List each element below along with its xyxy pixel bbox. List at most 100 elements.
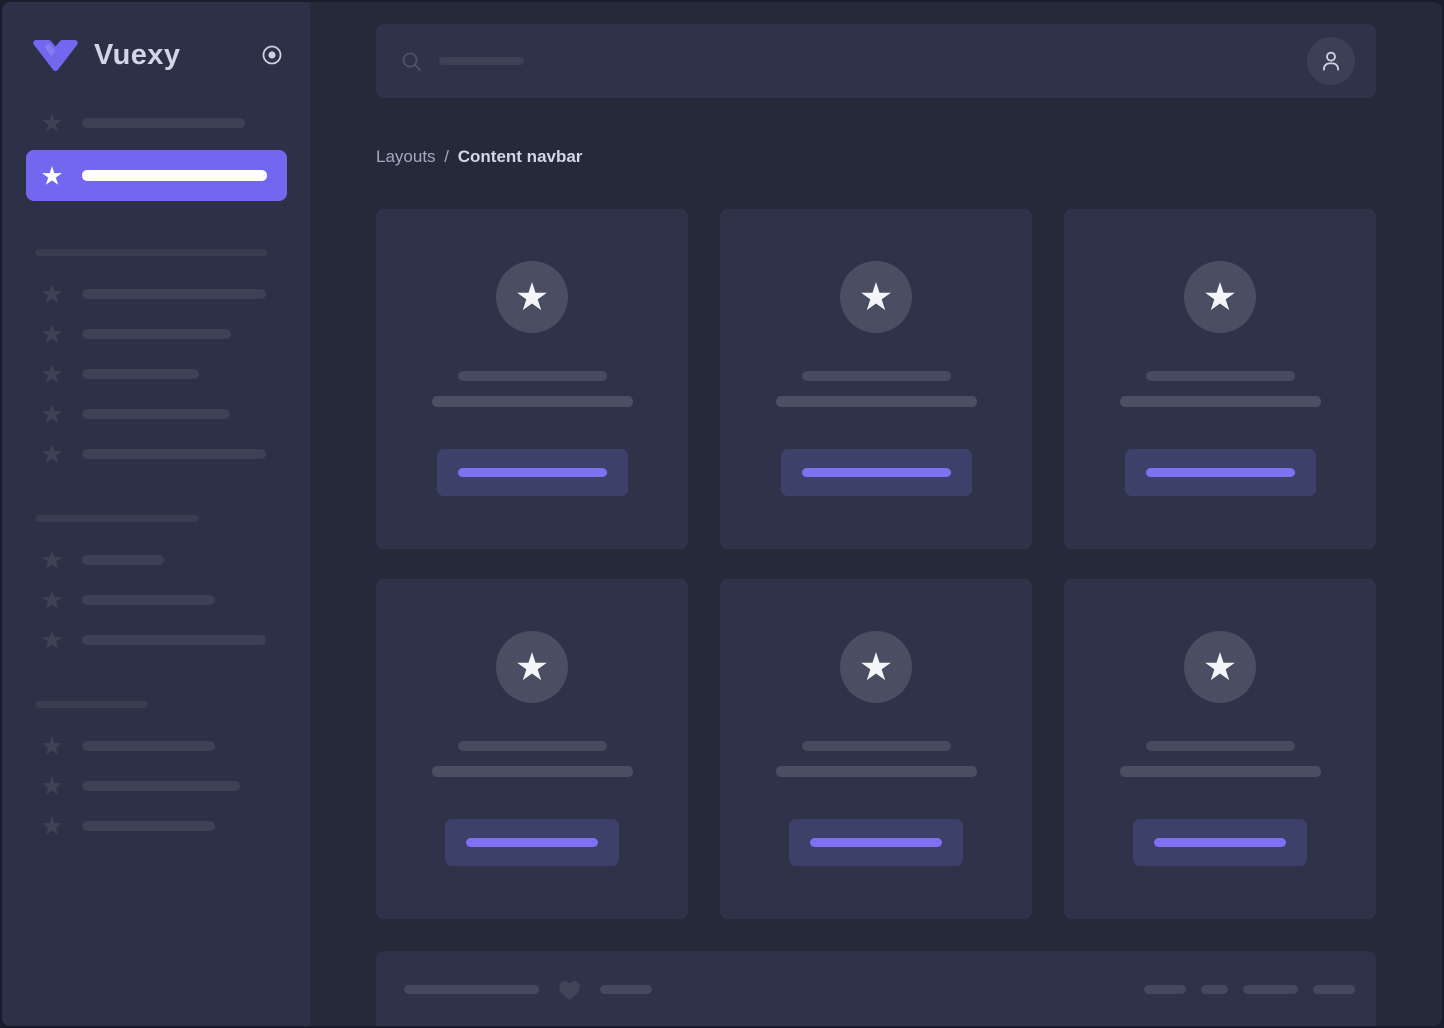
- sidebar-item[interactable]: [26, 627, 287, 653]
- card-action-button[interactable]: [1125, 449, 1316, 496]
- star-icon: [1202, 279, 1238, 315]
- card-title-bar: [802, 371, 951, 381]
- menu-label-bar: [82, 821, 215, 831]
- card-action-button[interactable]: [445, 819, 619, 866]
- search-navbar: [376, 24, 1376, 98]
- star-icon: [1202, 649, 1238, 685]
- star-icon: [40, 362, 64, 386]
- button-label-bar: [458, 468, 607, 477]
- card-subtitle-bar: [432, 396, 633, 407]
- button-label-bar: [810, 838, 942, 847]
- star-icon: [40, 402, 64, 426]
- star-icon: [40, 734, 64, 758]
- star-icon: [40, 548, 64, 572]
- card-action-button[interactable]: [789, 819, 963, 866]
- card-subtitle-bar: [1120, 766, 1321, 777]
- main-content: Layouts / Content navbar: [310, 2, 1442, 1026]
- demo-card: [1064, 209, 1376, 549]
- menu-label-bar: [82, 289, 266, 299]
- heart-icon: [556, 976, 583, 1003]
- button-label-bar: [1154, 838, 1286, 847]
- brand[interactable]: Vuexy: [32, 39, 180, 72]
- star-icon: [514, 279, 550, 315]
- breadcrumb-separator: /: [444, 147, 449, 166]
- breadcrumb: Layouts / Content navbar: [376, 146, 1376, 167]
- footer-placeholder-bar: [1201, 985, 1228, 994]
- card-grid: [376, 209, 1376, 919]
- menu-label-bar: [82, 635, 266, 645]
- footer-placeholder-bar: [1144, 985, 1186, 994]
- demo-card: [376, 579, 688, 919]
- sidebar-item[interactable]: [26, 813, 287, 839]
- card-avatar: [496, 631, 568, 703]
- app-window: Vuexy: [0, 0, 1444, 1028]
- menu-section-header-bar: [35, 249, 267, 256]
- brand-header: Vuexy: [2, 2, 310, 76]
- search-icon: [400, 50, 423, 73]
- sidebar-item[interactable]: [26, 361, 287, 387]
- menu-label-bar: [82, 781, 240, 791]
- card-title-bar: [458, 371, 607, 381]
- user-avatar-button[interactable]: [1307, 37, 1355, 85]
- footer-placeholder-bar: [1243, 985, 1298, 994]
- card-avatar: [840, 261, 912, 333]
- card-action-button[interactable]: [437, 449, 628, 496]
- star-icon: [40, 164, 64, 188]
- card-subtitle-bar: [776, 396, 977, 407]
- card-subtitle-bar: [432, 766, 633, 777]
- sidebar-item[interactable]: [26, 321, 287, 347]
- sidebar-item-active[interactable]: [26, 150, 287, 201]
- sidebar-item[interactable]: [26, 441, 287, 467]
- card-subtitle-bar: [776, 766, 977, 777]
- breadcrumb-parent[interactable]: Layouts: [376, 147, 436, 166]
- footer-placeholder-bar: [600, 985, 652, 994]
- footer-placeholder-bar: [1313, 985, 1355, 994]
- star-icon: [40, 322, 64, 346]
- demo-card: [720, 209, 1032, 549]
- card-avatar: [840, 631, 912, 703]
- footer-placeholder-bar: [404, 985, 539, 994]
- search-placeholder-bar: [439, 57, 524, 65]
- footer: [376, 951, 1376, 1026]
- sidebar: Vuexy: [2, 2, 310, 1026]
- card-title-bar: [1146, 371, 1295, 381]
- card-avatar: [496, 261, 568, 333]
- star-icon: [40, 282, 64, 306]
- sidebar-item[interactable]: [26, 547, 287, 573]
- card-subtitle-bar: [1120, 396, 1321, 407]
- star-icon: [858, 279, 894, 315]
- sidebar-item[interactable]: [26, 281, 287, 307]
- star-icon: [40, 814, 64, 838]
- card-action-button[interactable]: [1133, 819, 1307, 866]
- sidebar-item[interactable]: [26, 773, 287, 799]
- menu-label-bar: [82, 409, 230, 419]
- button-label-bar: [802, 468, 951, 477]
- sidebar-item[interactable]: [26, 733, 287, 759]
- menu-label-bar: [82, 369, 199, 379]
- sidebar-menu: [2, 76, 310, 839]
- sidebar-item[interactable]: [26, 110, 287, 136]
- demo-card: [1064, 579, 1376, 919]
- sidebar-item[interactable]: [26, 401, 287, 427]
- card-avatar: [1184, 631, 1256, 703]
- sidebar-item[interactable]: [26, 587, 287, 613]
- star-icon: [40, 442, 64, 466]
- vuexy-logo-icon: [32, 39, 79, 72]
- menu-label-bar: [82, 555, 164, 565]
- card-title-bar: [1146, 741, 1295, 751]
- card-title-bar: [458, 741, 607, 751]
- person-icon: [1318, 48, 1344, 74]
- card-action-button[interactable]: [781, 449, 972, 496]
- button-label-bar: [466, 838, 598, 847]
- menu-pin-toggle-icon[interactable]: [260, 43, 284, 67]
- star-icon: [40, 628, 64, 652]
- menu-section-header-bar: [35, 515, 199, 522]
- footer-left-group: [404, 979, 652, 1000]
- menu-label-bar: [82, 595, 215, 605]
- demo-card: [720, 579, 1032, 919]
- star-icon: [40, 774, 64, 798]
- menu-label-bar: [82, 329, 231, 339]
- menu-label-bar: [82, 118, 245, 128]
- search-input[interactable]: [400, 50, 524, 73]
- menu-label-bar: [82, 741, 215, 751]
